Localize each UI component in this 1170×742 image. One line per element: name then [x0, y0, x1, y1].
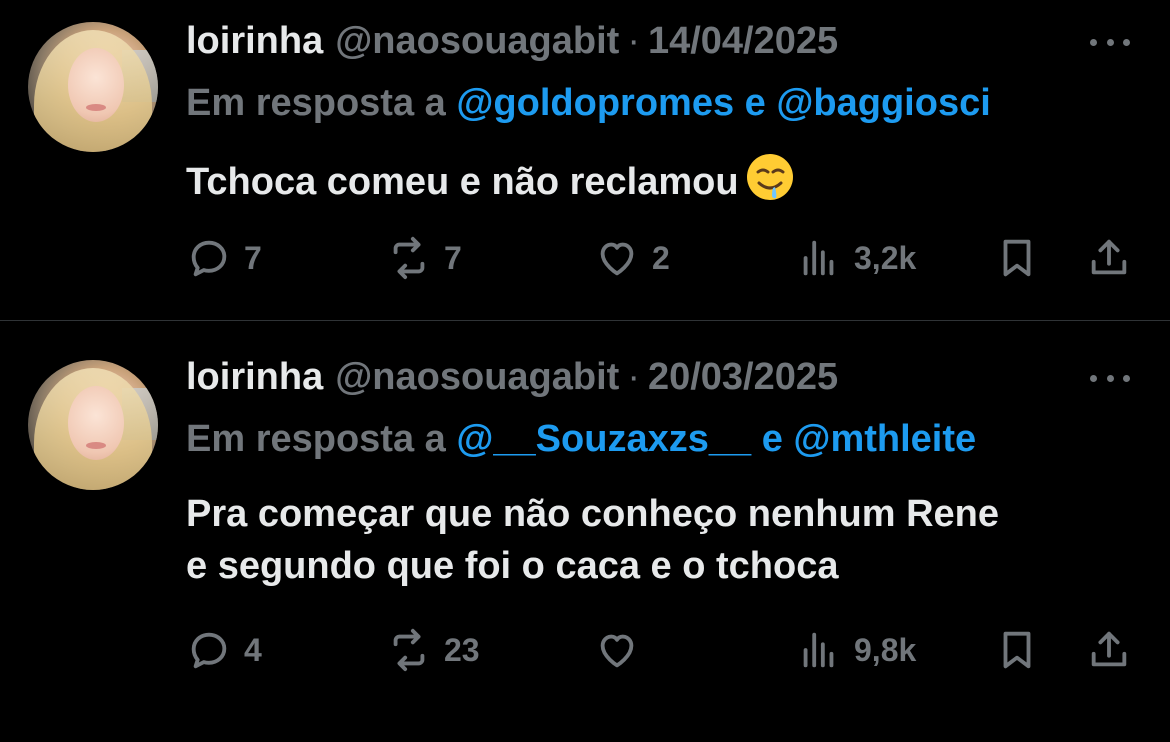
views-button[interactable]: 3,2k — [796, 236, 916, 280]
more-icon[interactable] — [1090, 368, 1130, 388]
retweet-count: 23 — [444, 631, 480, 668]
tweet-text: Tchoca comeu e não reclamou — [186, 152, 1146, 208]
share-button[interactable] — [1086, 628, 1132, 672]
bookmark-icon — [1003, 631, 1031, 669]
reply-context: Em resposta a @__Souzaxzs__ e @mthleite — [186, 418, 976, 461]
views-icon — [803, 632, 834, 668]
tweet-text-line: e segundo que foi o caca e o tchoca — [186, 545, 839, 587]
share-icon — [1091, 239, 1127, 275]
user-handle[interactable]: @naosouagabit — [335, 20, 619, 63]
more-icon[interactable] — [1090, 32, 1130, 52]
mention-link[interactable]: @baggiosci — [776, 82, 990, 124]
reply-button[interactable]: 7 — [186, 236, 262, 280]
bookmark-button[interactable] — [994, 628, 1040, 672]
tweet-header: loirinha @naosouagabit · 14/04/2025 — [186, 20, 838, 70]
share-button[interactable] — [1086, 236, 1132, 280]
reply-icon — [191, 240, 227, 277]
reply-count: 4 — [244, 631, 262, 668]
avatar[interactable] — [28, 22, 158, 152]
mention-conjunction: e — [761, 418, 783, 460]
tweet-actions: 7 7 2 3,2k — [186, 236, 1136, 280]
reply-prefix: Em resposta a — [186, 82, 446, 124]
tweet-date[interactable]: 20/03/2025 — [648, 356, 838, 399]
tweet-1[interactable]: loirinha @naosouagabit · 14/04/2025 Em r… — [0, 0, 1170, 320]
reply-button[interactable]: 4 — [186, 628, 262, 672]
tweet-date[interactable]: 14/04/2025 — [648, 20, 838, 63]
tweet-divider — [0, 320, 1170, 321]
retweet-count: 7 — [444, 239, 462, 276]
reply-prefix: Em resposta a — [186, 418, 446, 460]
like-count: 2 — [652, 239, 670, 276]
reply-context: Em resposta a @goldopromes e @baggiosci — [186, 82, 991, 125]
retweet-icon — [393, 628, 425, 672]
separator: · — [627, 20, 640, 62]
avatar[interactable] — [28, 360, 158, 490]
mention-link[interactable]: @__Souzaxzs__ — [456, 418, 751, 460]
like-icon — [600, 242, 634, 276]
mention-conjunction: e — [744, 82, 766, 124]
tweet-2[interactable]: loirinha @naosouagabit · 20/03/2025 Em r… — [0, 322, 1170, 742]
display-name[interactable]: loirinha — [186, 356, 323, 399]
tweet-header: loirinha @naosouagabit · 20/03/2025 — [186, 356, 838, 406]
like-button[interactable]: 2 — [594, 236, 670, 280]
views-count: 9,8k — [854, 631, 917, 668]
like-button[interactable] — [594, 628, 652, 672]
user-handle[interactable]: @naosouagabit — [335, 356, 619, 399]
retweet-button[interactable]: 7 — [386, 236, 462, 280]
mention-link[interactable]: @goldopromes — [456, 82, 734, 124]
bookmark-button[interactable] — [994, 236, 1040, 280]
tweet-text: Pra começar que não conheço nenhum Rene … — [186, 488, 1146, 592]
views-icon — [803, 240, 834, 276]
like-icon — [600, 634, 634, 668]
drooling-face-emoji-icon — [746, 154, 793, 200]
mention-link[interactable]: @mthleite — [793, 418, 976, 460]
display-name[interactable]: loirinha — [186, 20, 323, 63]
views-count: 3,2k — [854, 239, 917, 276]
share-icon — [1091, 631, 1127, 667]
separator: · — [627, 356, 640, 398]
reply-icon — [191, 632, 227, 669]
views-button[interactable]: 9,8k — [796, 628, 916, 672]
retweet-icon — [393, 236, 425, 280]
bookmark-icon — [1003, 239, 1031, 277]
reply-count: 7 — [244, 239, 262, 276]
tweet-text-line: Pra começar que não conheço nenhum Rene — [186, 493, 999, 535]
tweet-text-content: Tchoca comeu e não reclamou — [186, 161, 739, 203]
tweet-actions: 4 23 9,8k — [186, 628, 1136, 672]
retweet-button[interactable]: 23 — [386, 628, 480, 672]
